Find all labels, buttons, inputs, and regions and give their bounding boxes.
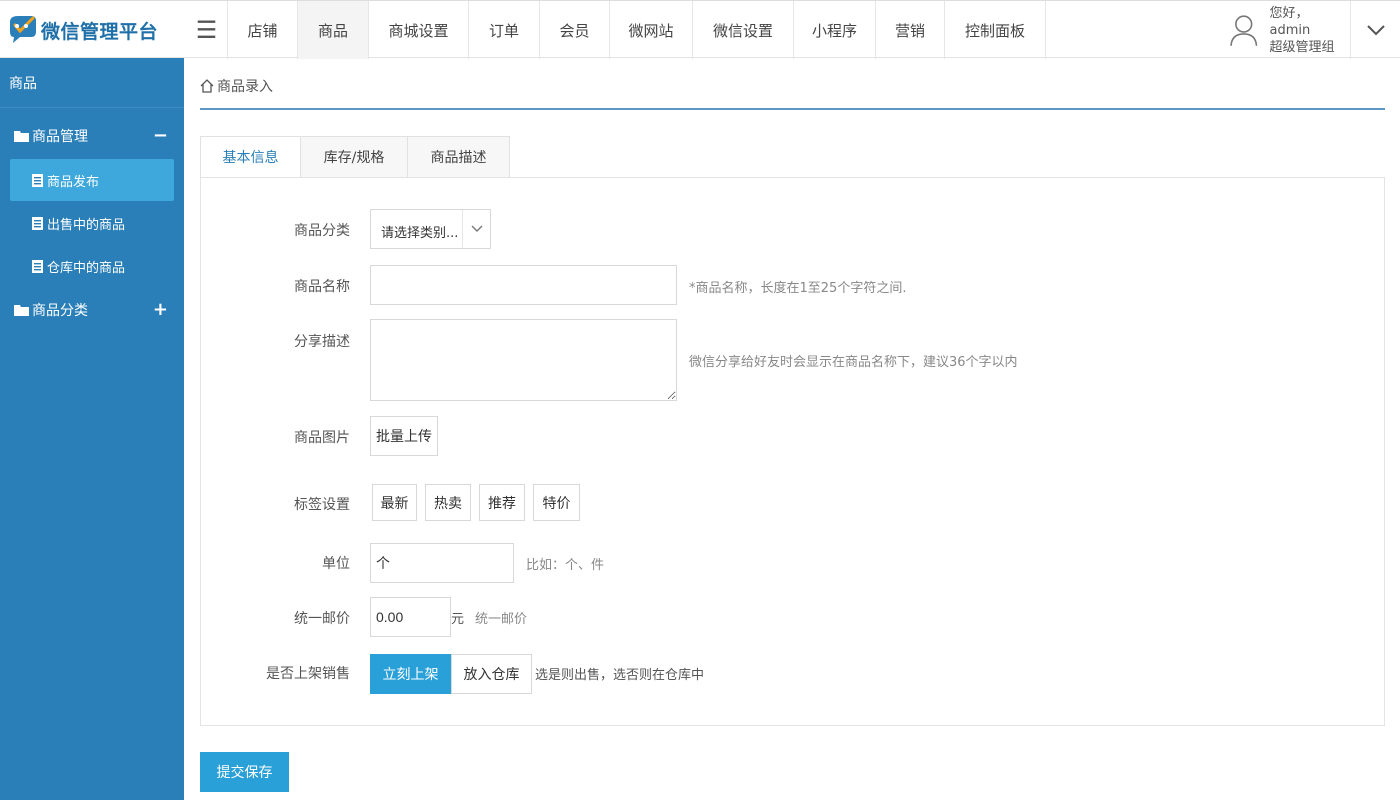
sidebar-item-products-in-warehouse[interactable]: 仓库中的商品	[10, 245, 174, 287]
unit-hint: 比如：个、件	[526, 558, 605, 573]
chevron-down-icon[interactable]	[1350, 1, 1400, 59]
share-description-hint: 微信分享给好友时会显示在商品名称下，建议36个字以内	[689, 355, 1018, 370]
nav-item-products[interactable]: 商品	[298, 1, 369, 59]
user-greeting: 您好，admin	[1269, 5, 1311, 38]
product-name-input[interactable]	[370, 265, 677, 305]
logo-icon	[10, 16, 36, 43]
sidebar-item-label: 仓库中的商品	[47, 260, 126, 276]
category-select-value: 请选择类别...	[381, 226, 459, 241]
tag-newest-button[interactable]: 最新	[372, 484, 417, 521]
category-label: 商品分类	[294, 223, 350, 239]
tag-settings-label: 标签设置	[294, 497, 350, 513]
folder-icon	[14, 131, 29, 142]
sidebar-item-label: 出售中的商品	[47, 217, 126, 233]
top-bar: 微信管理平台 ☰ 店铺 商品 商城设置 订单 会员 微网站 微信设置 小程序 营…	[0, 0, 1400, 59]
document-icon	[32, 216, 43, 230]
sidebar-title: 商品	[0, 58, 184, 108]
sidebar-group-product-management[interactable]: 商品管理 −	[0, 114, 184, 158]
put-in-warehouse-button[interactable]: 放入仓库	[451, 654, 532, 694]
nav-item-mall-settings[interactable]: 商城设置	[369, 1, 469, 59]
product-name-label: 商品名称	[294, 279, 350, 295]
sidebar-group-label: 商品管理	[32, 129, 88, 145]
nav-item-orders[interactable]: 订单	[469, 1, 540, 59]
sidebar-group-product-category[interactable]: 商品分类 +	[0, 288, 184, 332]
expand-icon[interactable]: +	[153, 299, 168, 320]
tag-special-price-button[interactable]: 特价	[533, 484, 580, 521]
document-icon	[32, 173, 43, 187]
list-now-button[interactable]: 立刻上架	[370, 654, 451, 694]
nav-item-microsite[interactable]: 微网站	[610, 1, 693, 59]
tag-recommended-button[interactable]: 推荐	[479, 484, 525, 521]
unified-postage-hint: 统一邮价	[475, 612, 528, 627]
breadcrumb-current: 商品录入	[217, 79, 273, 95]
product-name-hint: *商品名称，长度在1至25个字符之间.	[689, 281, 907, 296]
share-description-textarea[interactable]	[370, 319, 677, 401]
form-tabs: 基本信息 库存/规格 商品描述	[200, 136, 510, 178]
folder-icon	[14, 305, 29, 316]
nav-item-wechat-settings[interactable]: 微信设置	[693, 1, 794, 59]
top-nav: 店铺 商品 商城设置 订单 会员 微网站 微信设置 小程序 营销 控制面板	[228, 1, 1046, 59]
document-icon	[32, 259, 43, 273]
on-sale-hint: 选是则出售，选否则在仓库中	[535, 668, 705, 683]
postage-unit: 元	[451, 612, 465, 627]
sidebar: 商品 商品管理 − 商品发布 出售中的商品 仓库中的商品 商品分类 +	[0, 58, 184, 800]
nav-item-members[interactable]: 会员	[540, 1, 610, 59]
unified-postage-label: 统一邮价	[294, 611, 350, 627]
breadcrumb-divider	[200, 108, 1385, 110]
user-role: 超级管理组	[1269, 39, 1335, 55]
chevron-down-icon	[462, 210, 490, 248]
nav-item-miniprogram[interactable]: 小程序	[794, 1, 876, 59]
sidebar-item-publish-product[interactable]: 商品发布	[10, 159, 174, 201]
sidebar-item-label: 商品发布	[47, 174, 100, 190]
tag-hot-button[interactable]: 热卖	[425, 484, 471, 521]
tab-product-description[interactable]: 商品描述	[408, 136, 510, 178]
unified-postage-input[interactable]	[370, 597, 451, 637]
breadcrumb: 商品录入	[200, 76, 273, 96]
app-logo[interactable]: 微信管理平台	[0, 1, 184, 59]
app-title: 微信管理平台	[41, 20, 159, 43]
on-sale-label: 是否上架销售	[266, 666, 350, 682]
submit-save-button[interactable]: 提交保存	[200, 752, 289, 792]
collapse-icon[interactable]: −	[153, 125, 168, 146]
user-avatar-icon	[1230, 15, 1258, 46]
tab-stock-spec[interactable]: 库存/规格	[301, 136, 408, 178]
nav-item-shop[interactable]: 店铺	[228, 1, 298, 59]
hamburger-icon[interactable]: ☰	[186, 1, 228, 59]
nav-item-marketing[interactable]: 营销	[876, 1, 945, 59]
product-images-label: 商品图片	[294, 430, 350, 446]
share-description-label: 分享描述	[294, 334, 350, 350]
sidebar-group-label: 商品分类	[32, 303, 88, 319]
user-menu[interactable]: 您好，admin 超级管理组	[1228, 1, 1348, 59]
batch-upload-button[interactable]: 批量上传	[370, 416, 438, 456]
category-select[interactable]: 请选择类别...	[370, 209, 491, 249]
tab-basic-info[interactable]: 基本信息	[200, 136, 301, 178]
sidebar-item-products-on-sale[interactable]: 出售中的商品	[10, 202, 174, 244]
nav-item-control-panel[interactable]: 控制面板	[945, 1, 1046, 59]
unit-label: 单位	[322, 556, 350, 572]
home-icon[interactable]	[200, 79, 214, 93]
unit-input[interactable]	[370, 543, 514, 583]
